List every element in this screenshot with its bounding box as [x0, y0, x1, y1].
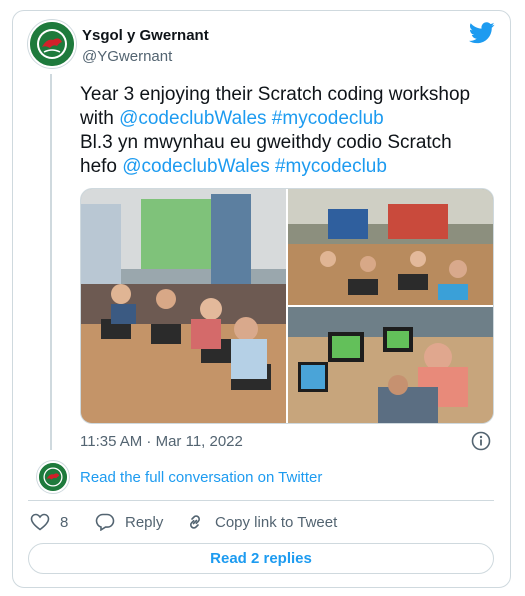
copy-link-label: Copy link to Tweet	[215, 513, 338, 531]
tweet-line: hefo @codeclubWales #mycodeclub	[80, 155, 500, 179]
tweet-media-grid	[80, 188, 494, 424]
hashtag-link[interactable]: #mycodeclub	[275, 156, 387, 177]
tweet-timestamp[interactable]: 11:35 AM · Mar 11, 2022	[80, 433, 243, 450]
tweet-line: Bl.3 yn mwynhau eu gweithdy codio Scratc…	[80, 131, 500, 155]
like-count: 8	[60, 513, 69, 531]
account-avatar[interactable]	[28, 20, 76, 68]
tweet-line: Year 3 enjoying their Scratch coding wor…	[80, 83, 500, 107]
read-conversation-link[interactable]: Read the full conversation on Twitter	[80, 469, 322, 486]
account-avatar-small[interactable]	[37, 461, 69, 493]
classroom-photo-2[interactable]	[288, 189, 493, 305]
mention-link[interactable]: @codeclubWales	[122, 156, 269, 177]
reply-icon	[95, 513, 115, 531]
account-name[interactable]: Ysgol y Gwernant	[82, 27, 209, 44]
mention-link[interactable]: @codeclubWales	[119, 108, 266, 129]
tweet-text-segment: with	[80, 108, 120, 129]
thread-line	[50, 74, 52, 450]
tweet-text: Year 3 enjoying their Scratch coding wor…	[80, 83, 500, 179]
link-icon	[190, 515, 200, 529]
info-icon[interactable]	[471, 431, 491, 451]
tweet-line: with @codeclubWales #mycodeclub	[80, 107, 500, 131]
reply-label: Reply	[125, 513, 164, 531]
tweet-text-segment: hefo	[80, 156, 123, 177]
classroom-photo-3[interactable]	[288, 307, 493, 423]
copy-link-action[interactable]: Copy link to Tweet	[185, 513, 337, 531]
divider	[28, 500, 494, 501]
school-logo-icon	[30, 22, 74, 66]
classroom-photo-1[interactable]	[81, 189, 286, 423]
account-handle[interactable]: @YGwernant	[82, 48, 172, 65]
heart-icon	[30, 513, 50, 531]
school-logo-icon	[39, 463, 67, 491]
twitter-bird-icon[interactable]	[469, 22, 495, 44]
tweet-text-segment: Bl.3 yn mwynhau eu gweithdy codio Scratc…	[80, 132, 452, 153]
like-action[interactable]: 8	[30, 513, 68, 531]
reply-action[interactable]: Reply	[95, 513, 163, 531]
read-replies-button[interactable]: Read 2 replies	[28, 543, 494, 574]
tweet-text-segment: Year 3 enjoying their Scratch coding wor…	[80, 84, 471, 105]
hashtag-link[interactable]: #mycodeclub	[272, 108, 384, 129]
